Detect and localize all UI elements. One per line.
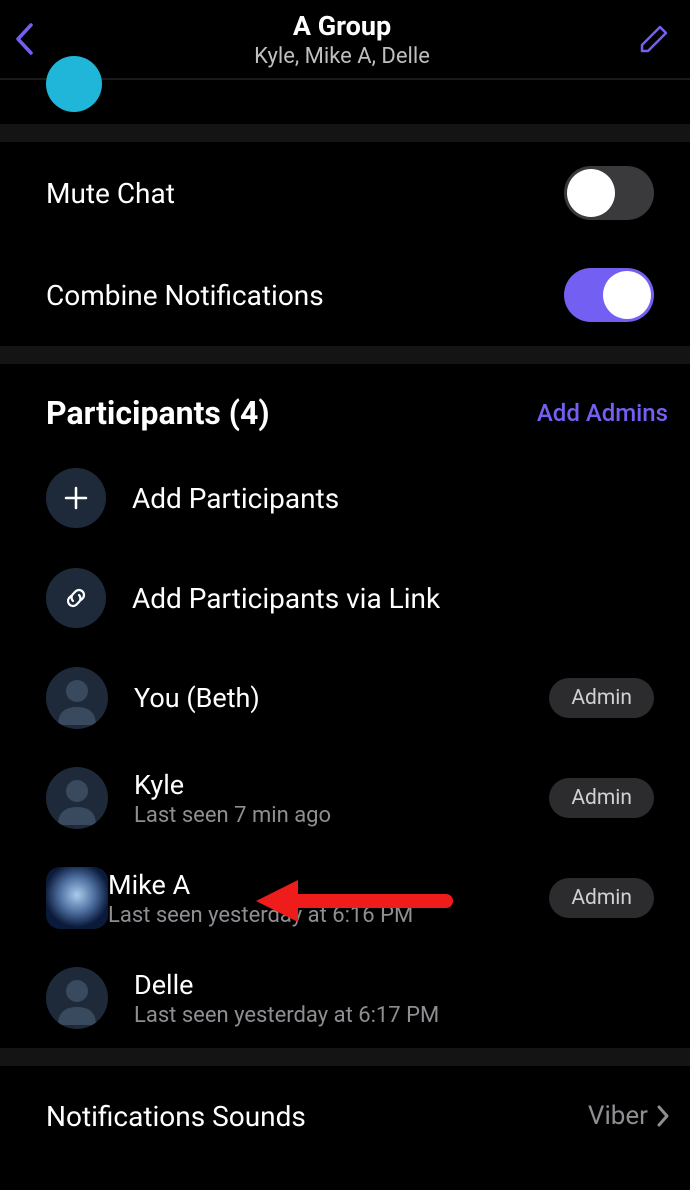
participants-title: Participants (4) xyxy=(46,394,270,432)
header-center: A Group Kyle, Mike A, Delle xyxy=(54,10,630,69)
participant-status: Last seen yesterday at 6:17 PM xyxy=(134,1003,654,1028)
add-admins-link[interactable]: Add Admins xyxy=(537,399,668,427)
participant-name: You (Beth) xyxy=(134,682,549,714)
participant-info: Delle Last seen yesterday at 6:17 PM xyxy=(134,969,654,1028)
pencil-icon xyxy=(638,23,670,55)
edit-button[interactable] xyxy=(630,19,670,59)
avatar xyxy=(46,867,108,929)
person-icon xyxy=(46,967,108,1029)
combine-notifications-toggle[interactable] xyxy=(564,268,654,322)
page-title: A Group xyxy=(293,10,391,42)
plus-icon xyxy=(46,468,106,528)
add-participants-row[interactable]: Add Participants xyxy=(0,448,690,548)
mute-chat-row: Mute Chat xyxy=(0,142,690,244)
participant-status: Last seen 7 min ago xyxy=(134,803,549,828)
person-icon xyxy=(46,667,108,729)
chevron-right-icon xyxy=(656,1104,670,1128)
combine-notifications-label: Combine Notifications xyxy=(46,279,324,312)
participant-row-delle[interactable]: Delle Last seen yesterday at 6:17 PM xyxy=(0,948,690,1048)
notification-sounds-label: Notifications Sounds xyxy=(46,1100,306,1133)
participant-row-mike-a[interactable]: Mike A Last seen yesterday at 6:16 PM Ad… xyxy=(0,848,690,948)
participant-status: Last seen yesterday at 6:16 PM xyxy=(108,903,549,928)
section-divider xyxy=(0,346,690,364)
add-via-link-row[interactable]: Add Participants via Link xyxy=(0,548,690,648)
person-icon xyxy=(46,767,108,829)
participant-info: Kyle Last seen 7 min ago xyxy=(134,769,549,828)
add-via-link-label: Add Participants via Link xyxy=(132,582,440,615)
participants-header: Participants (4) Add Admins xyxy=(0,364,690,448)
link-icon xyxy=(46,568,106,628)
participant-name: Mike A xyxy=(108,869,549,901)
partial-row xyxy=(0,80,690,124)
notification-sounds-value-wrap: Viber xyxy=(588,1101,670,1131)
participant-row-kyle[interactable]: Kyle Last seen 7 min ago Admin xyxy=(0,748,690,848)
partial-avatar xyxy=(46,56,102,112)
section-divider xyxy=(0,124,690,142)
chevron-left-icon xyxy=(14,22,34,56)
add-participants-label: Add Participants xyxy=(132,482,339,515)
participant-info: You (Beth) xyxy=(134,682,549,714)
mute-chat-label: Mute Chat xyxy=(46,177,175,210)
avatar xyxy=(46,767,108,829)
participant-name: Delle xyxy=(134,969,654,1001)
admin-badge: Admin xyxy=(549,678,654,718)
page-subtitle: Kyle, Mike A, Delle xyxy=(254,44,430,69)
section-divider xyxy=(0,1048,690,1066)
toggle-knob xyxy=(603,271,651,319)
avatar xyxy=(46,667,108,729)
combine-notifications-row: Combine Notifications xyxy=(0,244,690,346)
participant-info: Mike A Last seen yesterday at 6:16 PM xyxy=(108,869,549,928)
participant-row-you[interactable]: You (Beth) Admin xyxy=(0,648,690,748)
toggle-knob xyxy=(567,169,615,217)
mute-chat-toggle[interactable] xyxy=(564,166,654,220)
notification-sounds-row[interactable]: Notifications Sounds Viber xyxy=(0,1066,690,1166)
participant-name: Kyle xyxy=(134,769,549,801)
back-button[interactable] xyxy=(14,19,54,59)
admin-badge: Admin xyxy=(549,878,654,918)
header: A Group Kyle, Mike A, Delle xyxy=(0,0,690,78)
notification-sounds-value: Viber xyxy=(588,1101,648,1131)
admin-badge: Admin xyxy=(549,778,654,818)
avatar xyxy=(46,967,108,1029)
